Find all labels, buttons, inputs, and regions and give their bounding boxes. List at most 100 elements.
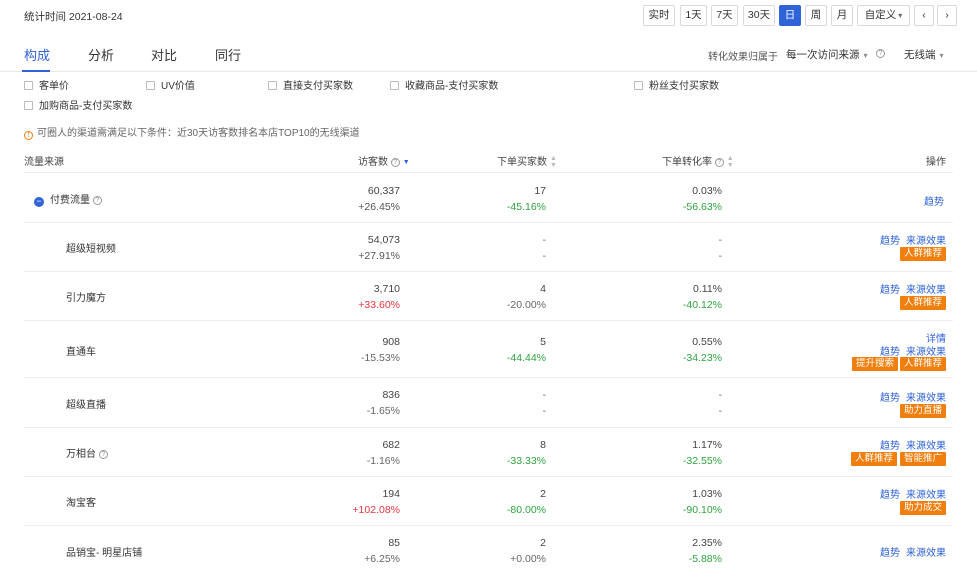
active-tab-indicator bbox=[22, 70, 50, 72]
source-cell: 万相台 ? bbox=[66, 445, 108, 460]
sort-icon[interactable]: ▲ ▼ bbox=[727, 155, 734, 169]
buyers-value: 2 bbox=[540, 488, 546, 500]
next-date-button[interactable]: › bbox=[937, 5, 957, 26]
buyers-value: 5 bbox=[540, 336, 546, 348]
sort-down-icon[interactable]: ▼ bbox=[403, 159, 410, 166]
source-name: 品销宝- 明星店铺 bbox=[66, 548, 143, 559]
range-month-button[interactable]: 月 bbox=[831, 5, 853, 26]
source-effect-link[interactable]: 来源效果 bbox=[906, 437, 946, 452]
help-icon[interactable]: ? bbox=[876, 49, 885, 58]
help-icon[interactable]: ? bbox=[92, 195, 102, 205]
collapse-icon[interactable]: − bbox=[34, 197, 44, 207]
boost-deal-button[interactable]: 助力成交 bbox=[899, 501, 946, 515]
attribution-select[interactable]: 每一次访问来源 ▾ bbox=[786, 47, 868, 62]
table-row: 品销宝- 明星店铺 85 +6.25% 2 +0.00% 2.35% -5.88… bbox=[24, 526, 953, 577]
source-effect-link[interactable]: 来源效果 bbox=[906, 544, 946, 559]
sort-icon[interactable]: ▲ ▼ bbox=[550, 155, 557, 169]
source-effect-link[interactable]: 来源效果 bbox=[906, 232, 946, 247]
range-week-button[interactable]: 周 bbox=[805, 5, 827, 26]
tab-peers[interactable]: 同行 bbox=[215, 45, 241, 64]
conversion-value: 0.55% bbox=[692, 336, 722, 348]
visitors-change: -15.53% bbox=[360, 352, 400, 364]
metric-checkbox-uv-value[interactable]: UV价值 bbox=[146, 77, 195, 92]
conversion-change: -40.12% bbox=[682, 299, 722, 311]
header-buyers[interactable]: 下单买家数 ▲ ▼ bbox=[497, 153, 557, 169]
header-visitors[interactable]: 访客数 ? ▼ bbox=[358, 153, 410, 168]
warning-icon: ! bbox=[24, 131, 33, 140]
buyers-value: 17 bbox=[534, 185, 546, 197]
range-realtime-button[interactable]: 实时 bbox=[643, 5, 675, 26]
trend-link[interactable]: 趋势 bbox=[880, 343, 900, 358]
trend-link[interactable]: 趋势 bbox=[880, 544, 900, 559]
checkbox-icon bbox=[390, 81, 399, 90]
chevron-right-icon: › bbox=[945, 9, 949, 21]
trend-link[interactable]: 趋势 bbox=[924, 193, 944, 208]
buyers-value: 8 bbox=[540, 439, 546, 451]
device-value: 无线端 bbox=[904, 49, 936, 61]
help-icon[interactable]: ? bbox=[714, 157, 724, 167]
metric-checkbox-aov[interactable]: 客单价 bbox=[24, 77, 69, 92]
header-actions: 操作 bbox=[926, 157, 946, 168]
chevron-down-icon: ▾ bbox=[863, 51, 868, 60]
source-name: 付费流量 bbox=[50, 195, 90, 206]
table-row: 超级短视频 54,073 +27.91% - - - - 趋势 来源效果 人群推… bbox=[24, 223, 953, 272]
source-name: 引力魔方 bbox=[66, 293, 106, 304]
buyers-value: - bbox=[542, 389, 547, 401]
source-name: 直通车 bbox=[66, 347, 96, 358]
prev-date-button[interactable]: ‹ bbox=[914, 5, 934, 26]
source-name: 淘宝客 bbox=[66, 498, 96, 509]
metric-checkbox-fav-buyers[interactable]: 收藏商品-支付买家数 bbox=[390, 77, 498, 92]
audience-recommend-button[interactable]: 人群推荐 bbox=[850, 452, 897, 466]
source-effect-link[interactable]: 来源效果 bbox=[906, 343, 946, 358]
source-effect-link[interactable]: 来源效果 bbox=[906, 486, 946, 501]
buyers-change: -44.44% bbox=[506, 352, 546, 364]
boost-live-button[interactable]: 助力直播 bbox=[899, 404, 946, 418]
header-conversion[interactable]: 下单转化率 ? ▲ ▼ bbox=[662, 153, 734, 169]
audience-recommend-button[interactable]: 人群推荐 bbox=[899, 357, 946, 371]
help-icon[interactable]: ? bbox=[98, 449, 108, 459]
visitors-value: 85 bbox=[388, 537, 400, 549]
trend-link[interactable]: 趋势 bbox=[880, 389, 900, 404]
table-row: 引力魔方 3,710 +33.60% 4 -20.00% 0.11% -40.1… bbox=[24, 272, 953, 321]
buyers-change: -20.00% bbox=[506, 299, 546, 311]
attribution-value: 每一次访问来源 bbox=[786, 49, 860, 61]
help-icon[interactable]: ? bbox=[390, 157, 400, 167]
source-name: 超级直播 bbox=[66, 400, 106, 411]
visitors-change: +26.45% bbox=[358, 201, 400, 213]
metric-checkbox-cart-buyers[interactable]: 加购商品-支付买家数 bbox=[24, 97, 132, 112]
boost-search-button[interactable]: 提升搜索 bbox=[851, 357, 898, 371]
range-custom-button[interactable]: 自定义 ▾ bbox=[857, 5, 910, 26]
range-1day-button[interactable]: 1天 bbox=[680, 5, 707, 26]
top-bar: 统计时间 2021-08-24 实时 1天 7天 30天 日 周 月 自定义 ▾ … bbox=[0, 0, 977, 30]
checkbox-label: 粉丝支付买家数 bbox=[649, 81, 719, 92]
tab-analysis[interactable]: 分析 bbox=[88, 45, 114, 64]
checkbox-icon bbox=[634, 81, 643, 90]
trend-link[interactable]: 趋势 bbox=[880, 437, 900, 452]
source-effect-link[interactable]: 来源效果 bbox=[906, 281, 946, 296]
range-day-button[interactable]: 日 bbox=[779, 5, 801, 26]
tab-compare[interactable]: 对比 bbox=[151, 45, 177, 64]
source-cell[interactable]: − 付费流量 ? bbox=[34, 191, 102, 207]
range-30day-button[interactable]: 30天 bbox=[743, 5, 775, 26]
metric-checkbox-fan-buyers[interactable]: 粉丝支付买家数 bbox=[634, 77, 719, 92]
checkbox-icon bbox=[24, 101, 33, 110]
buyers-value: - bbox=[542, 234, 547, 246]
range-7day-button[interactable]: 7天 bbox=[711, 5, 738, 26]
checkbox-label: 收藏商品-支付买家数 bbox=[405, 81, 499, 92]
audience-recommend-button[interactable]: 人群推荐 bbox=[899, 296, 946, 310]
visitors-value: 3,710 bbox=[373, 283, 400, 295]
source-effect-link[interactable]: 来源效果 bbox=[906, 389, 946, 404]
visitors-change: -1.16% bbox=[366, 455, 400, 467]
range-custom-label: 自定义 bbox=[864, 9, 897, 21]
smart-promo-button[interactable]: 智能推广 bbox=[899, 452, 946, 466]
metric-checkbox-direct-buyers[interactable]: 直接支付买家数 bbox=[268, 77, 353, 92]
attribution-label: 转化效果归属于 bbox=[708, 52, 778, 63]
trend-link[interactable]: 趋势 bbox=[880, 232, 900, 247]
tab-composition[interactable]: 构成 bbox=[24, 45, 50, 64]
audience-recommend-button[interactable]: 人群推荐 bbox=[899, 247, 946, 261]
header-conversion-label: 下单转化率 bbox=[662, 157, 712, 168]
device-select[interactable]: 无线端 ▾ bbox=[904, 47, 944, 62]
trend-link[interactable]: 趋势 bbox=[880, 281, 900, 296]
trend-link[interactable]: 趋势 bbox=[880, 486, 900, 501]
header-buyers-label: 下单买家数 bbox=[497, 157, 547, 168]
